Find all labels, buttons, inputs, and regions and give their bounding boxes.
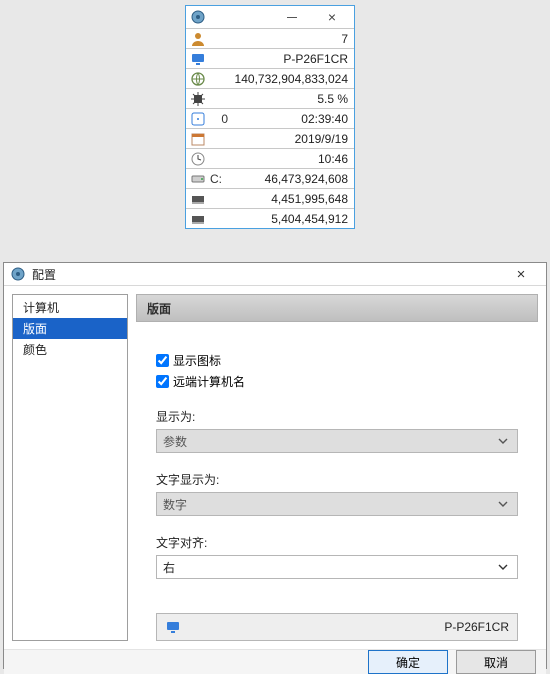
tree-item-color[interactable]: 颜色 (13, 339, 127, 360)
text-display-select[interactable]: 数字 (156, 492, 518, 516)
row-sessions: 7 (186, 28, 354, 48)
row-value: P-P26F1CR (210, 52, 348, 66)
layout-panel: 版面 显示图标 远端计算机名 显示为: 参数 文字显示为: (136, 294, 538, 641)
chevron-down-icon (495, 559, 511, 575)
text-align-select[interactable]: 右 (156, 555, 518, 579)
chevron-down-icon (495, 496, 511, 512)
minimize-button[interactable] (272, 6, 312, 28)
preview-value: P-P26F1CR (187, 620, 509, 634)
dialog-close-button[interactable]: × (500, 263, 542, 285)
row-memory2: 5,404,454,912 (186, 208, 354, 228)
chevron-down-icon (495, 433, 511, 449)
row-time: 10:46 (186, 148, 354, 168)
row-drive-c: C: 46,473,924,608 (186, 168, 354, 188)
select-value: 右 (163, 559, 175, 576)
dialog-body: 计算机 版面 颜色 版面 显示图标 远端计算机名 显示为: 参数 (4, 286, 546, 649)
app-icon (10, 266, 26, 282)
row-label: C: (210, 172, 222, 186)
widget-titlebar[interactable]: × (186, 6, 354, 28)
monitor-icon (190, 51, 206, 67)
ok-button[interactable]: 确定 (368, 650, 448, 674)
select-value: 数字 (163, 496, 187, 513)
display-as-select[interactable]: 参数 (156, 429, 518, 453)
checkbox-show-icons[interactable]: 显示图标 (156, 352, 518, 369)
row-value: 4,451,995,648 (210, 192, 348, 206)
monitor-icon (165, 619, 181, 635)
row-value: 5.5 % (210, 92, 348, 106)
row-cpu: 5.5 % (186, 88, 354, 108)
clock-icon (190, 151, 206, 167)
chip-icon (190, 211, 206, 227)
row-hostname: P-P26F1CR (186, 48, 354, 68)
row-uptime: 0 02:39:40 (186, 108, 354, 128)
checkbox-remote-name-input[interactable] (156, 375, 169, 388)
tree-item-layout[interactable]: 版面 (13, 318, 127, 339)
select-value: 参数 (163, 433, 187, 450)
row-value: 5,404,454,912 (210, 212, 348, 226)
drive-icon (190, 171, 206, 187)
dialog-footer: 确定 取消 (4, 649, 546, 674)
widget-window-controls: × (272, 6, 352, 28)
row-memory1: 4,451,995,648 (186, 188, 354, 208)
timer-icon (190, 111, 206, 127)
app-icon (190, 9, 206, 25)
row-date: 2019/9/19 (186, 128, 354, 148)
checkbox-show-icons-input[interactable] (156, 354, 169, 367)
panel-header: 版面 (136, 294, 538, 322)
status-widget: × 7 P-P26F1CR 140,732,904,833,024 5.5 % … (185, 5, 355, 229)
cancel-button[interactable]: 取消 (456, 650, 536, 674)
row-label: 0 (210, 112, 236, 126)
network-icon (190, 71, 206, 87)
row-value: 2019/9/19 (210, 132, 348, 146)
chip-icon (190, 191, 206, 207)
text-align-label: 文字对齐: (156, 534, 518, 551)
row-disk-bytes: 140,732,904,833,024 (186, 68, 354, 88)
row-value: 02:39:40 (236, 112, 348, 126)
checkbox-label: 远端计算机名 (173, 373, 245, 390)
person-icon (190, 31, 206, 47)
calendar-icon (190, 131, 206, 147)
checkbox-remote-name[interactable]: 远端计算机名 (156, 373, 518, 390)
row-value: 140,732,904,833,024 (210, 72, 348, 86)
tree-item-computer[interactable]: 计算机 (13, 297, 127, 318)
dialog-titlebar[interactable]: 配置 × (4, 263, 546, 286)
checkbox-label: 显示图标 (173, 352, 221, 369)
row-value: 46,473,924,608 (222, 172, 348, 186)
close-button[interactable]: × (312, 6, 352, 28)
dialog-title: 配置 (32, 266, 500, 283)
form-area: 显示图标 远端计算机名 显示为: 参数 文字显示为: 数字 (136, 352, 538, 641)
display-as-label: 显示为: (156, 408, 518, 425)
row-value: 10:46 (210, 152, 348, 166)
text-display-label: 文字显示为: (156, 471, 518, 488)
cpu-icon (190, 91, 206, 107)
row-value: 7 (210, 32, 348, 46)
config-dialog: 配置 × 计算机 版面 颜色 版面 显示图标 远端计算机名 显示为: (3, 262, 547, 669)
preview-row: P-P26F1CR (156, 613, 518, 641)
category-tree[interactable]: 计算机 版面 颜色 (12, 294, 128, 641)
